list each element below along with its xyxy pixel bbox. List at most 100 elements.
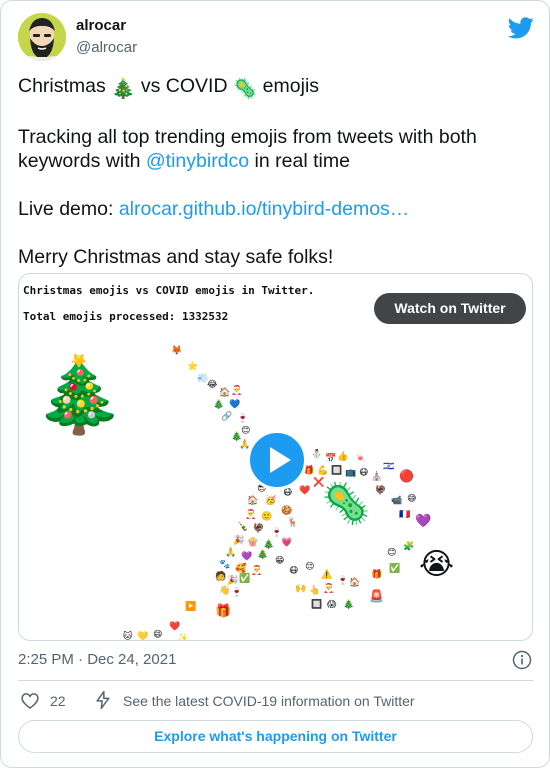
tweet-card: alrocar @alrocar Christmas 🎄 vs COVID 🦠 … (0, 0, 550, 768)
emoji-particle: 🦃 (375, 485, 387, 495)
emoji-particle: ❌ (313, 477, 325, 487)
emoji-particle: ▶️ (185, 601, 197, 611)
emoji-particle: ❤️ (299, 485, 311, 495)
emoji-particle: ⭐ (187, 361, 199, 371)
emoji-particle: 😌 (305, 561, 315, 571)
tweet-text-part: vs COVID (135, 75, 233, 97)
emoji-particle: 😅 (407, 493, 417, 503)
emoji-particle: 💗 (281, 537, 293, 547)
emoji-particle: 🎉 (227, 575, 239, 585)
emoji-particle: 🎅 (251, 565, 263, 575)
emoji-particle: 🧑 (215, 571, 227, 581)
virus-icon: 🦠 (321, 482, 371, 526)
emoji-particle: 🍷 (231, 587, 243, 597)
mention-link[interactable]: @tinybirdco (146, 150, 249, 172)
author-handle[interactable]: @alrocar (76, 39, 137, 56)
bearded-man-avatar[interactable] (18, 13, 66, 61)
christmas-tree-icon: 🎄 (33, 353, 126, 436)
emoji-particle: 🚨 (369, 589, 384, 603)
emoji-particle: 🍪 (281, 505, 293, 515)
emoji-particle: 🎄 (263, 539, 275, 549)
emoji-particle: 🥰 (235, 563, 247, 573)
emoji-particle: 🎁 (371, 569, 383, 579)
emoji-particle: 🙏 (225, 547, 237, 557)
tweet-text-part: in real time (249, 150, 350, 172)
emoji-particle: ✅ (389, 563, 401, 573)
emoji-particle: 🍷 (271, 527, 283, 537)
emoji-particle: 🦌 (287, 517, 299, 527)
emoji-particle: 🙂 (261, 511, 273, 521)
emoji-particle: 🎁 (215, 603, 232, 618)
emoji-particle: 💜 (241, 551, 253, 561)
emoji-particle: 💜 (415, 513, 432, 528)
emoji-particle: 🔗 (221, 411, 233, 421)
emoji-particle: 🦊 (171, 345, 183, 355)
tweet-text-part: Christmas (18, 75, 112, 97)
tweet-text-part: Live demo: (18, 198, 119, 220)
tweet-line-demo: Live demo: alrocar.github.io/tinybird-de… (18, 197, 533, 221)
emoji-particle: 🐾 (219, 559, 231, 569)
tweet-text-part: emojis (257, 75, 320, 97)
like-count[interactable]: 22 (50, 693, 66, 709)
tweet-line-tracking: Tracking all top trending emojis from tw… (18, 125, 533, 173)
emoji-particle: 🙌 (295, 583, 307, 593)
emoji-particle: ⚠️ (321, 569, 333, 579)
emoji-particle: 🍷 (337, 575, 349, 585)
emoji-particle: 🍬 (355, 453, 367, 463)
covid-info-link[interactable]: See the latest COVID-19 information on T… (123, 693, 415, 709)
info-icon[interactable] (512, 650, 532, 670)
emoji-particle: 🇫🇷 (399, 509, 411, 519)
emoji-particle: ⛄ (311, 449, 323, 459)
emoji-particle: 🧩 (403, 541, 415, 551)
emoji-particle: 😁 (275, 555, 285, 565)
emoji-particle: 🍿 (247, 537, 259, 547)
virus-icon: 🦠 (232, 78, 258, 100)
emoji-particle: 💪 (317, 465, 329, 475)
tweet-timestamp[interactable]: 2:25 PM · Dec 24, 2021 (18, 651, 176, 668)
emoji-particle: ✅ (239, 573, 251, 583)
footer-divider (18, 680, 533, 681)
heart-icon[interactable] (20, 691, 40, 711)
emoji-particle: 💛 (137, 631, 149, 641)
emoji-particle: 🔲 (311, 599, 323, 609)
explore-button[interactable]: Explore what's happening on Twitter (18, 720, 533, 753)
emoji-particle: 🔲 (331, 465, 343, 475)
tweet-line-closing: Merry Christmas and stay safe folks! (18, 246, 334, 268)
bolt-icon (96, 690, 110, 710)
emoji-particle: 😊 (241, 425, 251, 435)
emoji-particle: 🎅 (245, 509, 257, 519)
emoji-particle: 🔴 (399, 469, 414, 483)
play-icon (270, 447, 291, 473)
emoji-particle: ✨ (177, 633, 189, 641)
emoji-particle: 👋 (219, 585, 231, 595)
emoji-particle: 🏠 (219, 387, 231, 397)
watch-on-twitter-button[interactable]: Watch on Twitter (374, 293, 526, 324)
emoji-particle: 🇮🇱 (383, 461, 395, 471)
emoji-particle: ❤️ (169, 621, 181, 631)
emoji-particle: 🎅 (231, 385, 243, 395)
demo-link[interactable]: alrocar.github.io/tinybird-demos… (119, 198, 409, 220)
emoji-particle: 😷 (289, 565, 299, 575)
emoji-particle: 🏠 (247, 495, 259, 505)
emoji-particle: 🍾 (237, 521, 249, 531)
emoji-particle: 🍷 (237, 413, 249, 423)
emoji-particle: 🥳 (265, 495, 277, 505)
emoji-particle: 😱 (327, 599, 337, 609)
tweet-text: Christmas 🎄 vs COVID 🦠 emojis Tracking a… (18, 74, 533, 269)
emoji-particle: 📺 (345, 467, 357, 477)
emoji-particle: 😂 (207, 379, 218, 389)
twitter-bird-icon[interactable] (508, 17, 534, 39)
emoji-particle: 🦃 (253, 523, 265, 533)
author-name[interactable]: alrocar (76, 17, 126, 34)
emoji-particle: 🐱 (123, 631, 133, 641)
emoji-particle: ⛪ (371, 471, 383, 481)
tweet-line-title: Christmas 🎄 vs COVID 🦠 emojis (18, 74, 533, 101)
emoji-particle: 😄 (153, 629, 163, 639)
video-media[interactable]: Christmas emojis vs COVID emojis in Twit… (18, 273, 533, 641)
emoji-particle: 🎉 (233, 535, 245, 545)
emoji-particle: 😊 (387, 547, 397, 557)
emoji-particle: 😷 (359, 467, 369, 477)
emoji-particle: 🎄 (213, 399, 225, 409)
emoji-particle: 🎄 (257, 549, 269, 559)
play-button[interactable] (247, 430, 307, 490)
